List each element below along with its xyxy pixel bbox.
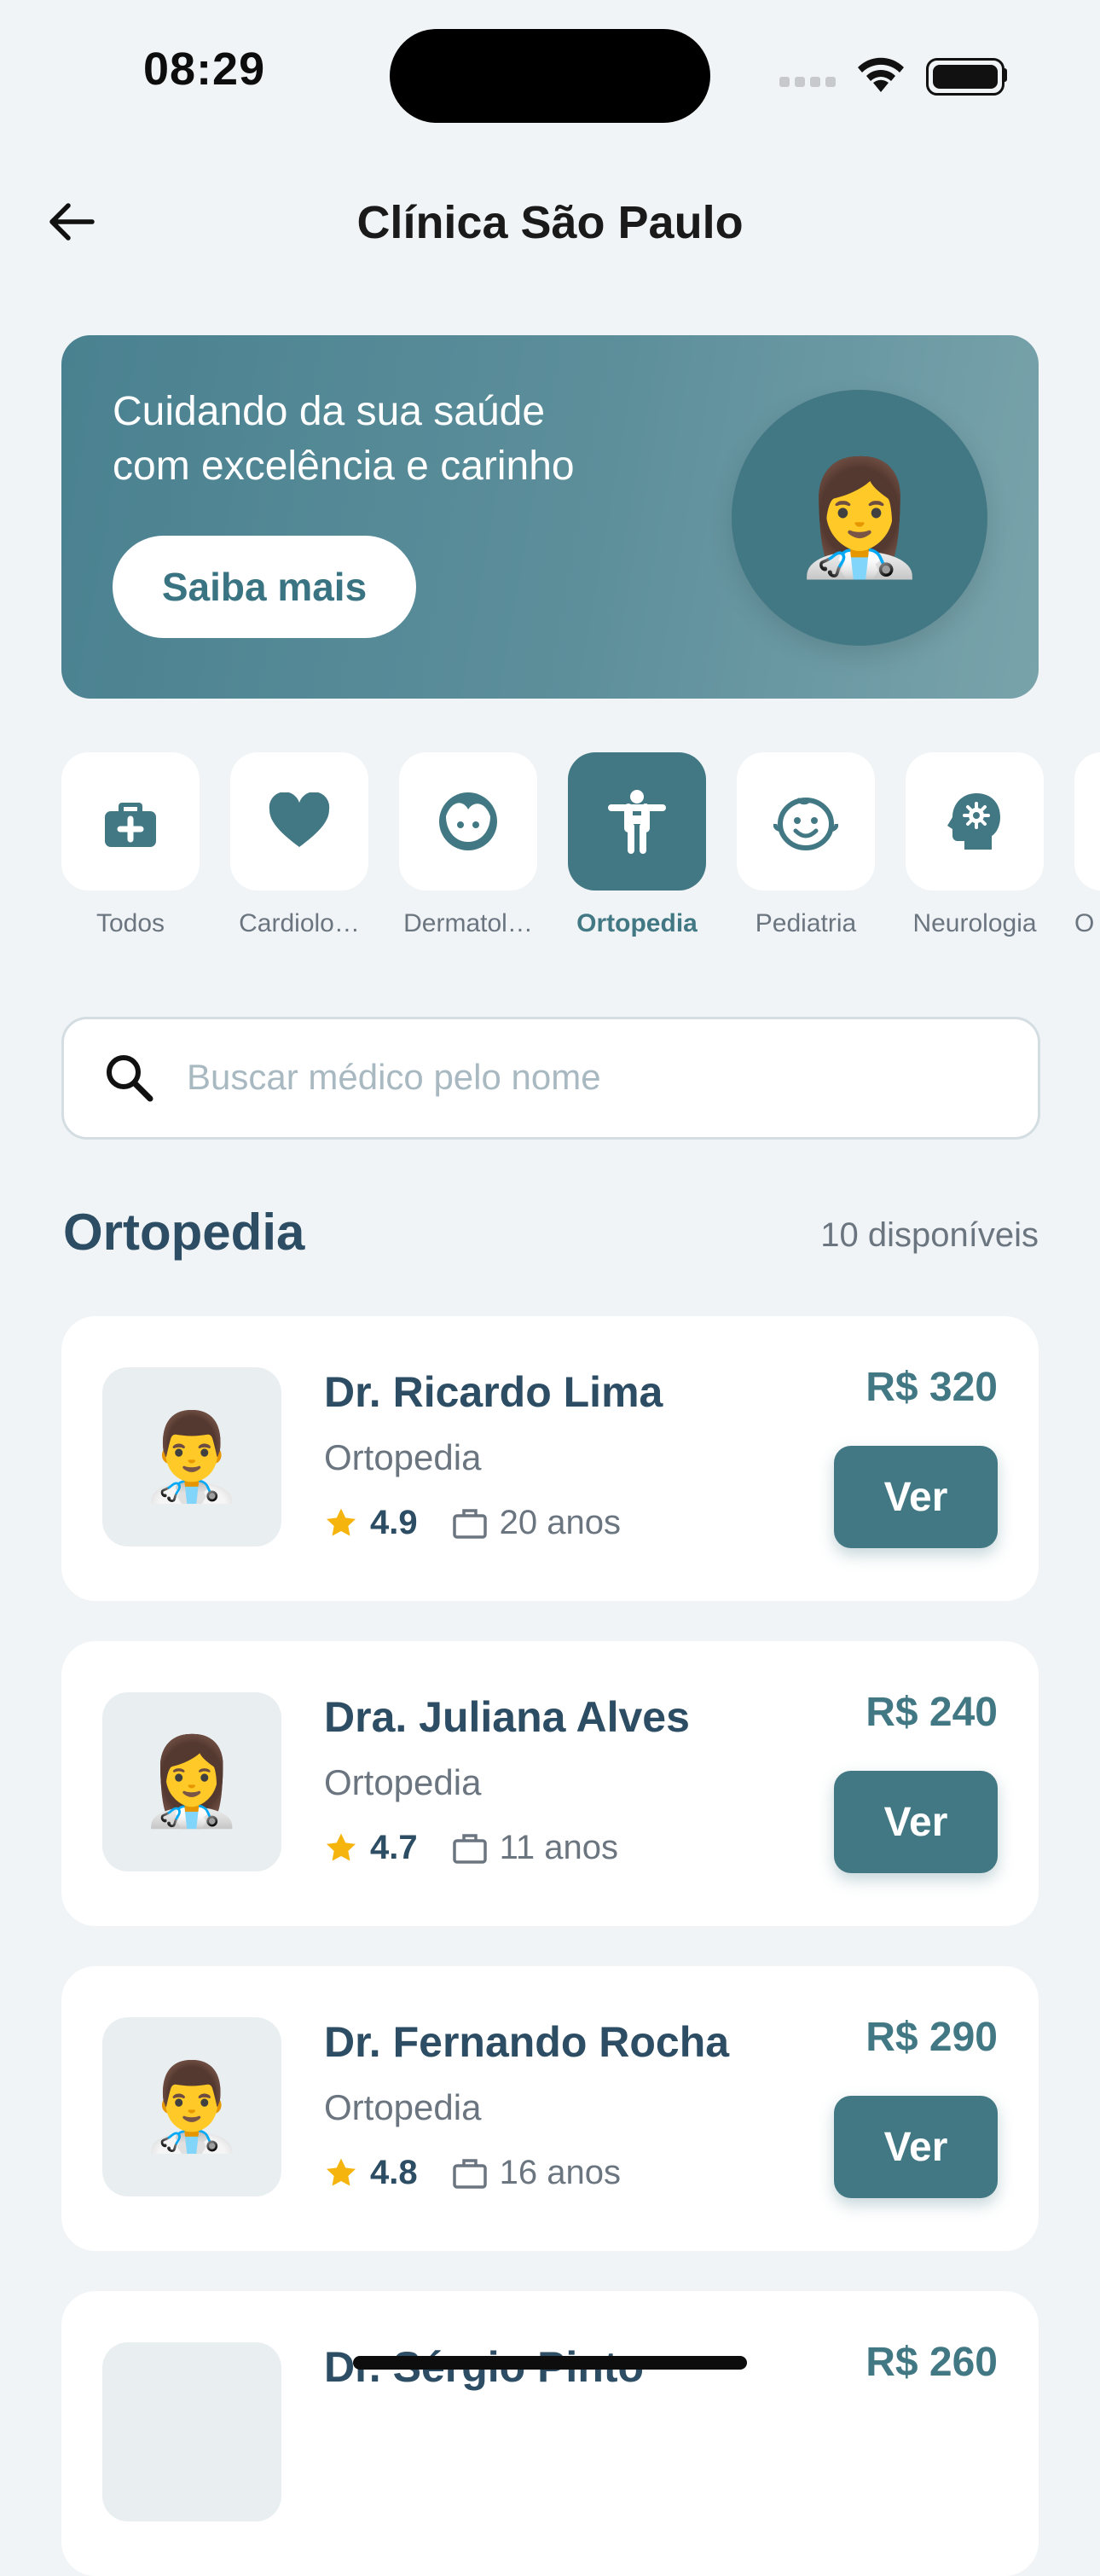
doctor-avatar (102, 2342, 281, 2521)
category-dermatologia[interactable]: Dermatol… (399, 752, 537, 938)
doctor-specialty: Ortopedia (324, 2087, 482, 2127)
medical-kit-icon (105, 803, 156, 847)
category-list[interactable]: Todos Cardiolo… Dermatol… Ortopedia Pedi… (61, 752, 1100, 949)
banner-text: Cuidando da sua saúde com excelência e c… (113, 385, 727, 494)
doctor-price: R$ 240 (866, 1690, 998, 1735)
category-label: Todos (96, 909, 165, 937)
face-icon (439, 792, 497, 850)
doctor-avatar: 👨‍⚕️ (102, 1367, 281, 1546)
category-label: O (1074, 909, 1095, 937)
home-indicator (353, 2356, 747, 2370)
category-label: Neurologia (912, 909, 1037, 937)
arrow-left-icon (49, 203, 95, 241)
doctor-avatar: 👨‍⚕️ (102, 2017, 281, 2196)
category-more[interactable]: O (1074, 752, 1100, 938)
battery-tip (1002, 68, 1007, 82)
doctor-experience: 11 anos (499, 1829, 618, 1866)
head-gear-icon (947, 793, 1000, 850)
person-standing-icon (608, 790, 666, 854)
doctor-card[interactable]: Dr. Sérgio Pinto R$ 260 (61, 2291, 1039, 2576)
category-label: Ortopedia (576, 909, 698, 937)
doctor-specialty: Ortopedia (324, 1762, 482, 1802)
cellular-signal-icon (779, 77, 837, 87)
doctor-price: R$ 260 (866, 2340, 998, 2385)
status-time: 08:29 (143, 44, 266, 95)
learn-more-button[interactable]: Saiba mais (113, 536, 416, 638)
promo-banner: Cuidando da sua saúde com excelência e c… (61, 335, 1039, 699)
doctor-card[interactable]: 👨‍⚕️ Dr. Fernando Rocha Ortopedia 4.8 16… (61, 1966, 1039, 2251)
briefcase-icon (452, 1508, 487, 1539)
doctor-meta: 4.8 16 anos (324, 2154, 621, 2192)
doctor-rating: 4.9 (370, 1504, 418, 1541)
wifi-icon (858, 57, 904, 92)
banner-emoji: 👩‍⚕️ (790, 455, 929, 580)
view-doctor-button[interactable]: Ver (834, 1446, 998, 1548)
doctor-price: R$ 290 (866, 2015, 998, 2060)
briefcase-icon (452, 1833, 487, 1864)
battery-icon (926, 58, 1004, 96)
star-icon (327, 1833, 356, 1861)
doctor-avatar-icon: 👩‍⚕️ (732, 390, 987, 646)
category-neurologia[interactable]: Neurologia (906, 752, 1044, 938)
doctor-experience: 20 anos (499, 1504, 621, 1541)
dynamic-island (390, 29, 710, 123)
doctor-emoji: 👨‍⚕️ (138, 1408, 246, 1505)
star-icon (327, 1508, 356, 1536)
doctor-price: R$ 320 (866, 1365, 998, 1410)
search-icon (107, 1055, 153, 1102)
banner-line-2: com excelência e carinho (113, 444, 575, 489)
search-bar[interactable] (61, 1017, 1040, 1140)
page-title: Clínica São Paulo (356, 197, 744, 248)
doctor-emoji: 👩‍⚕️ (138, 1733, 246, 1830)
section-title: Ortopedia (63, 1204, 305, 1261)
category-label: Cardiolo… (239, 909, 360, 937)
available-count: 10 disponíveis (820, 1216, 1039, 1254)
search-input[interactable] (185, 1045, 1007, 1110)
doctor-meta: 4.9 20 anos (324, 1504, 621, 1542)
doctor-card[interactable]: 👨‍⚕️ Dr. Ricardo Lima Ortopedia 4.9 20 a… (61, 1316, 1039, 1601)
doctor-avatar: 👩‍⚕️ (102, 1692, 281, 1871)
doctor-specialty: Ortopedia (324, 1437, 482, 1477)
category-todos[interactable]: Todos (61, 752, 200, 938)
doctor-emoji: 👨‍⚕️ (138, 2058, 246, 2155)
doctor-meta: 4.7 11 anos (324, 1829, 618, 1867)
star-icon (327, 2158, 356, 2186)
doctor-experience: 16 anos (499, 2154, 621, 2191)
doctor-card[interactable]: 👩‍⚕️ Dra. Juliana Alves Ortopedia 4.7 11… (61, 1641, 1039, 1926)
back-button[interactable] (46, 196, 97, 247)
doctor-name: Dr. Ricardo Lima (324, 1368, 663, 1416)
doctor-name: Dra. Juliana Alves (324, 1693, 690, 1741)
category-cardiologia[interactable]: Cardiolo… (230, 752, 368, 938)
category-label: Dermatol… (403, 909, 533, 937)
doctor-rating: 4.7 (370, 1829, 418, 1866)
briefcase-icon (452, 2158, 487, 2189)
category-ortopedia[interactable]: Ortopedia (568, 752, 706, 938)
category-pediatria[interactable]: Pediatria (737, 752, 875, 938)
view-doctor-button[interactable]: Ver (834, 2096, 998, 2198)
baby-face-icon (773, 798, 838, 850)
doctor-name: Dr. Fernando Rocha (324, 2018, 730, 2066)
heart-icon (269, 792, 330, 847)
category-label: Pediatria (755, 909, 857, 937)
view-doctor-button[interactable]: Ver (834, 1771, 998, 1873)
doctor-rating: 4.8 (370, 2154, 418, 2191)
banner-line-1: Cuidando da sua saúde (113, 389, 546, 434)
